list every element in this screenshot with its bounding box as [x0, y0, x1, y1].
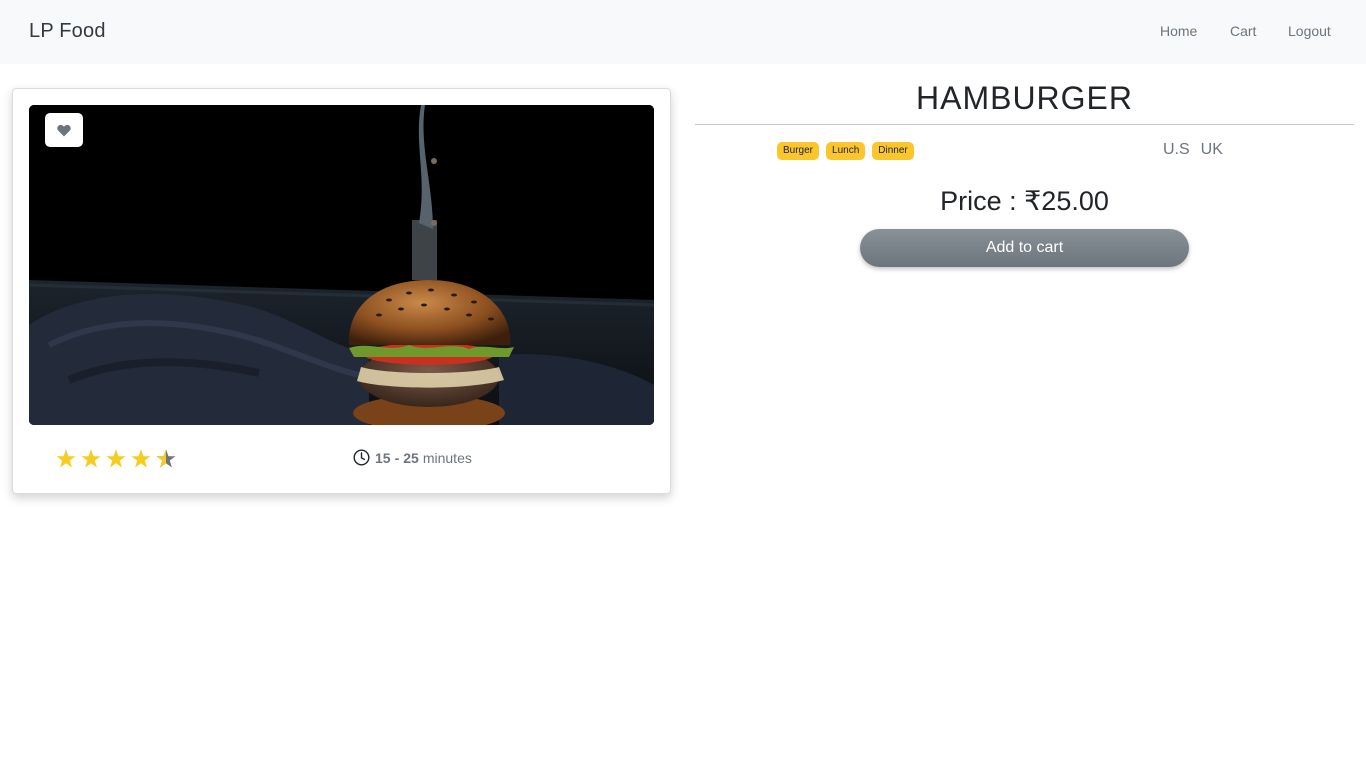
- price-text: Price : ₹25.00: [940, 186, 1109, 216]
- clock-icon: [353, 449, 370, 466]
- add-to-cart-button[interactable]: Add to cart: [860, 229, 1189, 267]
- origin-us[interactable]: U.S: [1163, 141, 1190, 159]
- cook-time-unit: minutes: [422, 449, 472, 466]
- cook-time-separator: -: [394, 449, 400, 466]
- cook-time-min: 15: [375, 449, 391, 466]
- favorite-button[interactable]: [45, 113, 83, 147]
- cook-time: 15 - 25 minutes: [353, 449, 472, 466]
- tag-dinner[interactable]: Dinner: [872, 142, 914, 160]
- nav-link-logout[interactable]: Logout: [1288, 23, 1331, 39]
- nav-link-cart[interactable]: Cart: [1230, 23, 1256, 39]
- half-star-icon: [156, 449, 176, 468]
- origin-list: U.S UK: [1163, 141, 1223, 159]
- nav-link-home[interactable]: Home: [1160, 23, 1197, 39]
- food-card: 15 - 25 minutes: [12, 88, 671, 494]
- food-title: HAMBURGER: [915, 80, 1133, 116]
- heart-icon: [57, 124, 71, 136]
- tag-lunch[interactable]: Lunch: [826, 142, 866, 160]
- star-icon: [81, 449, 101, 468]
- star-icon: [56, 449, 76, 468]
- star-rating: [55, 448, 177, 470]
- brand-logo[interactable]: LP Food: [29, 20, 106, 43]
- burger-photo: [29, 105, 654, 425]
- origin-uk[interactable]: UK: [1201, 141, 1223, 159]
- tag-list: Burger Lunch Dinner: [777, 142, 914, 160]
- title-divider: [695, 124, 1354, 125]
- tag-burger[interactable]: Burger: [777, 142, 820, 160]
- cook-time-max: 25: [403, 449, 419, 466]
- star-icon: [106, 449, 126, 468]
- navbar: LP Food Home Cart Logout: [0, 0, 1366, 64]
- star-icon: [131, 449, 151, 468]
